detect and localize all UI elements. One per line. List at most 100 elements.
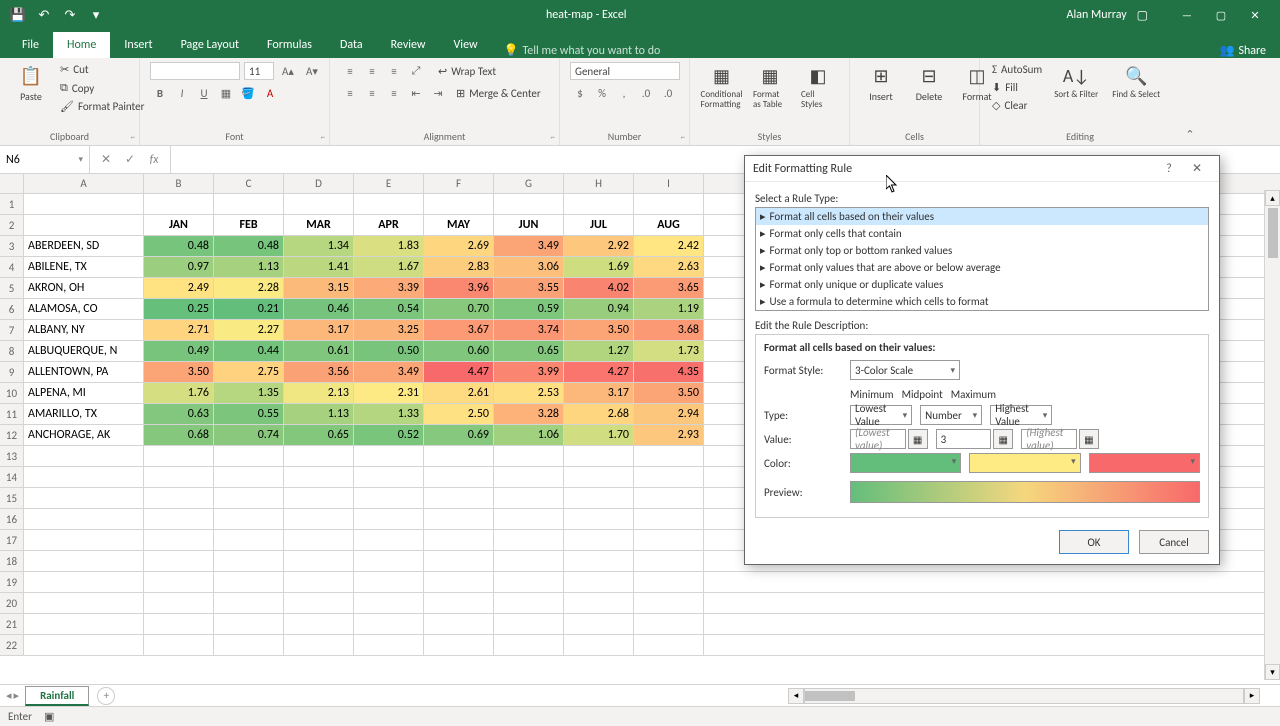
cell[interactable]: [424, 488, 494, 508]
user-name[interactable]: Alan Murray: [1067, 8, 1127, 22]
scroll-right-icon[interactable]: ▸: [1244, 688, 1260, 704]
cell[interactable]: 3.50: [634, 383, 704, 403]
cell[interactable]: [284, 488, 354, 508]
cell[interactable]: [144, 614, 214, 634]
rule-type-item[interactable]: ▸Format only unique or duplicate values: [756, 276, 1208, 293]
cell[interactable]: [214, 635, 284, 655]
cell[interactable]: ABILENE, TX: [24, 257, 144, 277]
cell[interactable]: [284, 467, 354, 487]
cell[interactable]: [24, 593, 144, 613]
cell[interactable]: JUN: [494, 215, 564, 235]
cell[interactable]: [424, 467, 494, 487]
scroll-down-icon[interactable]: ▾: [1265, 664, 1280, 680]
fill-color-icon[interactable]: 🪣: [238, 84, 258, 102]
cell[interactable]: [214, 551, 284, 571]
cell[interactable]: 2.27: [214, 320, 284, 340]
row-header[interactable]: 1: [0, 194, 24, 214]
cell[interactable]: [634, 614, 704, 634]
cell[interactable]: [494, 635, 564, 655]
cell[interactable]: [214, 614, 284, 634]
cell[interactable]: [214, 530, 284, 550]
cell[interactable]: [214, 446, 284, 466]
ribbon-display-icon[interactable]: ▢: [1137, 8, 1148, 23]
cell[interactable]: 0.97: [144, 257, 214, 277]
rule-type-item[interactable]: ▸Format all cells based on their values: [756, 208, 1208, 225]
column-header[interactable]: D: [284, 174, 354, 193]
row-header[interactable]: 18: [0, 551, 24, 571]
cell[interactable]: [24, 215, 144, 235]
cell[interactable]: [494, 194, 564, 214]
cell[interactable]: 2.50: [424, 404, 494, 424]
row-header[interactable]: 2: [0, 215, 24, 235]
cell[interactable]: 2.93: [634, 425, 704, 445]
fill-button[interactable]: ⬇Fill: [990, 80, 1044, 95]
cell[interactable]: [634, 530, 704, 550]
cell[interactable]: 2.61: [424, 383, 494, 403]
cell[interactable]: 1.83: [354, 236, 424, 256]
cell[interactable]: [284, 194, 354, 214]
column-header[interactable]: B: [144, 174, 214, 193]
bold-icon[interactable]: B: [150, 84, 170, 102]
cell[interactable]: MAY: [424, 215, 494, 235]
save-icon[interactable]: 💾: [8, 5, 28, 25]
cell[interactable]: [284, 551, 354, 571]
tab-page-layout[interactable]: Page Layout: [167, 32, 253, 58]
cell[interactable]: 2.75: [214, 362, 284, 382]
cell[interactable]: 1.76: [144, 383, 214, 403]
cell[interactable]: [144, 446, 214, 466]
clear-button[interactable]: ◇Clear: [990, 98, 1044, 113]
cell[interactable]: [284, 530, 354, 550]
paste-button[interactable]: 📋 Paste: [10, 62, 52, 105]
cell[interactable]: 0.50: [354, 341, 424, 361]
row-header[interactable]: 14: [0, 467, 24, 487]
cell[interactable]: 2.71: [144, 320, 214, 340]
cell[interactable]: 0.94: [564, 299, 634, 319]
cell[interactable]: [564, 446, 634, 466]
row-header[interactable]: 7: [0, 320, 24, 340]
cell[interactable]: 2.68: [564, 404, 634, 424]
mid-type-select[interactable]: Number: [920, 405, 982, 425]
sheet-nav-prev-icon[interactable]: ◂: [6, 689, 12, 702]
cell[interactable]: [144, 467, 214, 487]
cell[interactable]: 0.48: [144, 236, 214, 256]
dialog-titlebar[interactable]: Edit Formatting Rule ? ✕: [745, 156, 1219, 182]
decrease-font-icon[interactable]: A▾: [302, 62, 322, 80]
cell[interactable]: 1.70: [564, 425, 634, 445]
cell[interactable]: 2.63: [634, 257, 704, 277]
add-sheet-button[interactable]: +: [97, 687, 115, 705]
row-header[interactable]: 16: [0, 509, 24, 529]
cell[interactable]: [144, 488, 214, 508]
merge-center-button[interactable]: ⊞Merge & Center: [454, 86, 543, 101]
row-header[interactable]: 20: [0, 593, 24, 613]
cancel-formula-icon[interactable]: ✕: [94, 152, 118, 167]
column-header[interactable]: E: [354, 174, 424, 193]
cell[interactable]: 2.94: [634, 404, 704, 424]
row-header[interactable]: 8: [0, 341, 24, 361]
cell[interactable]: 3.28: [494, 404, 564, 424]
cell[interactable]: [564, 509, 634, 529]
name-box[interactable]: N6▾: [0, 146, 90, 173]
underline-icon[interactable]: U: [194, 84, 214, 102]
percent-icon[interactable]: %: [592, 84, 612, 102]
horizontal-scrollbar[interactable]: [804, 688, 1244, 704]
cell[interactable]: 0.65: [494, 341, 564, 361]
increase-decimal-icon[interactable]: .0: [636, 84, 656, 102]
cell[interactable]: [634, 509, 704, 529]
cell[interactable]: [494, 509, 564, 529]
mid-value-input[interactable]: 3: [936, 429, 992, 449]
cell[interactable]: 1.73: [634, 341, 704, 361]
cell[interactable]: 1.13: [284, 404, 354, 424]
cell[interactable]: 0.63: [144, 404, 214, 424]
cell[interactable]: 1.27: [564, 341, 634, 361]
column-header[interactable]: F: [424, 174, 494, 193]
row-header[interactable]: 17: [0, 530, 24, 550]
cell[interactable]: 0.48: [214, 236, 284, 256]
cell[interactable]: 2.28: [214, 278, 284, 298]
cell[interactable]: AMARILLO, TX: [24, 404, 144, 424]
cell[interactable]: [214, 194, 284, 214]
font-size-select[interactable]: 11: [244, 62, 274, 80]
cell[interactable]: [564, 194, 634, 214]
cell[interactable]: [354, 488, 424, 508]
cell[interactable]: [634, 194, 704, 214]
column-header[interactable]: I: [634, 174, 704, 193]
